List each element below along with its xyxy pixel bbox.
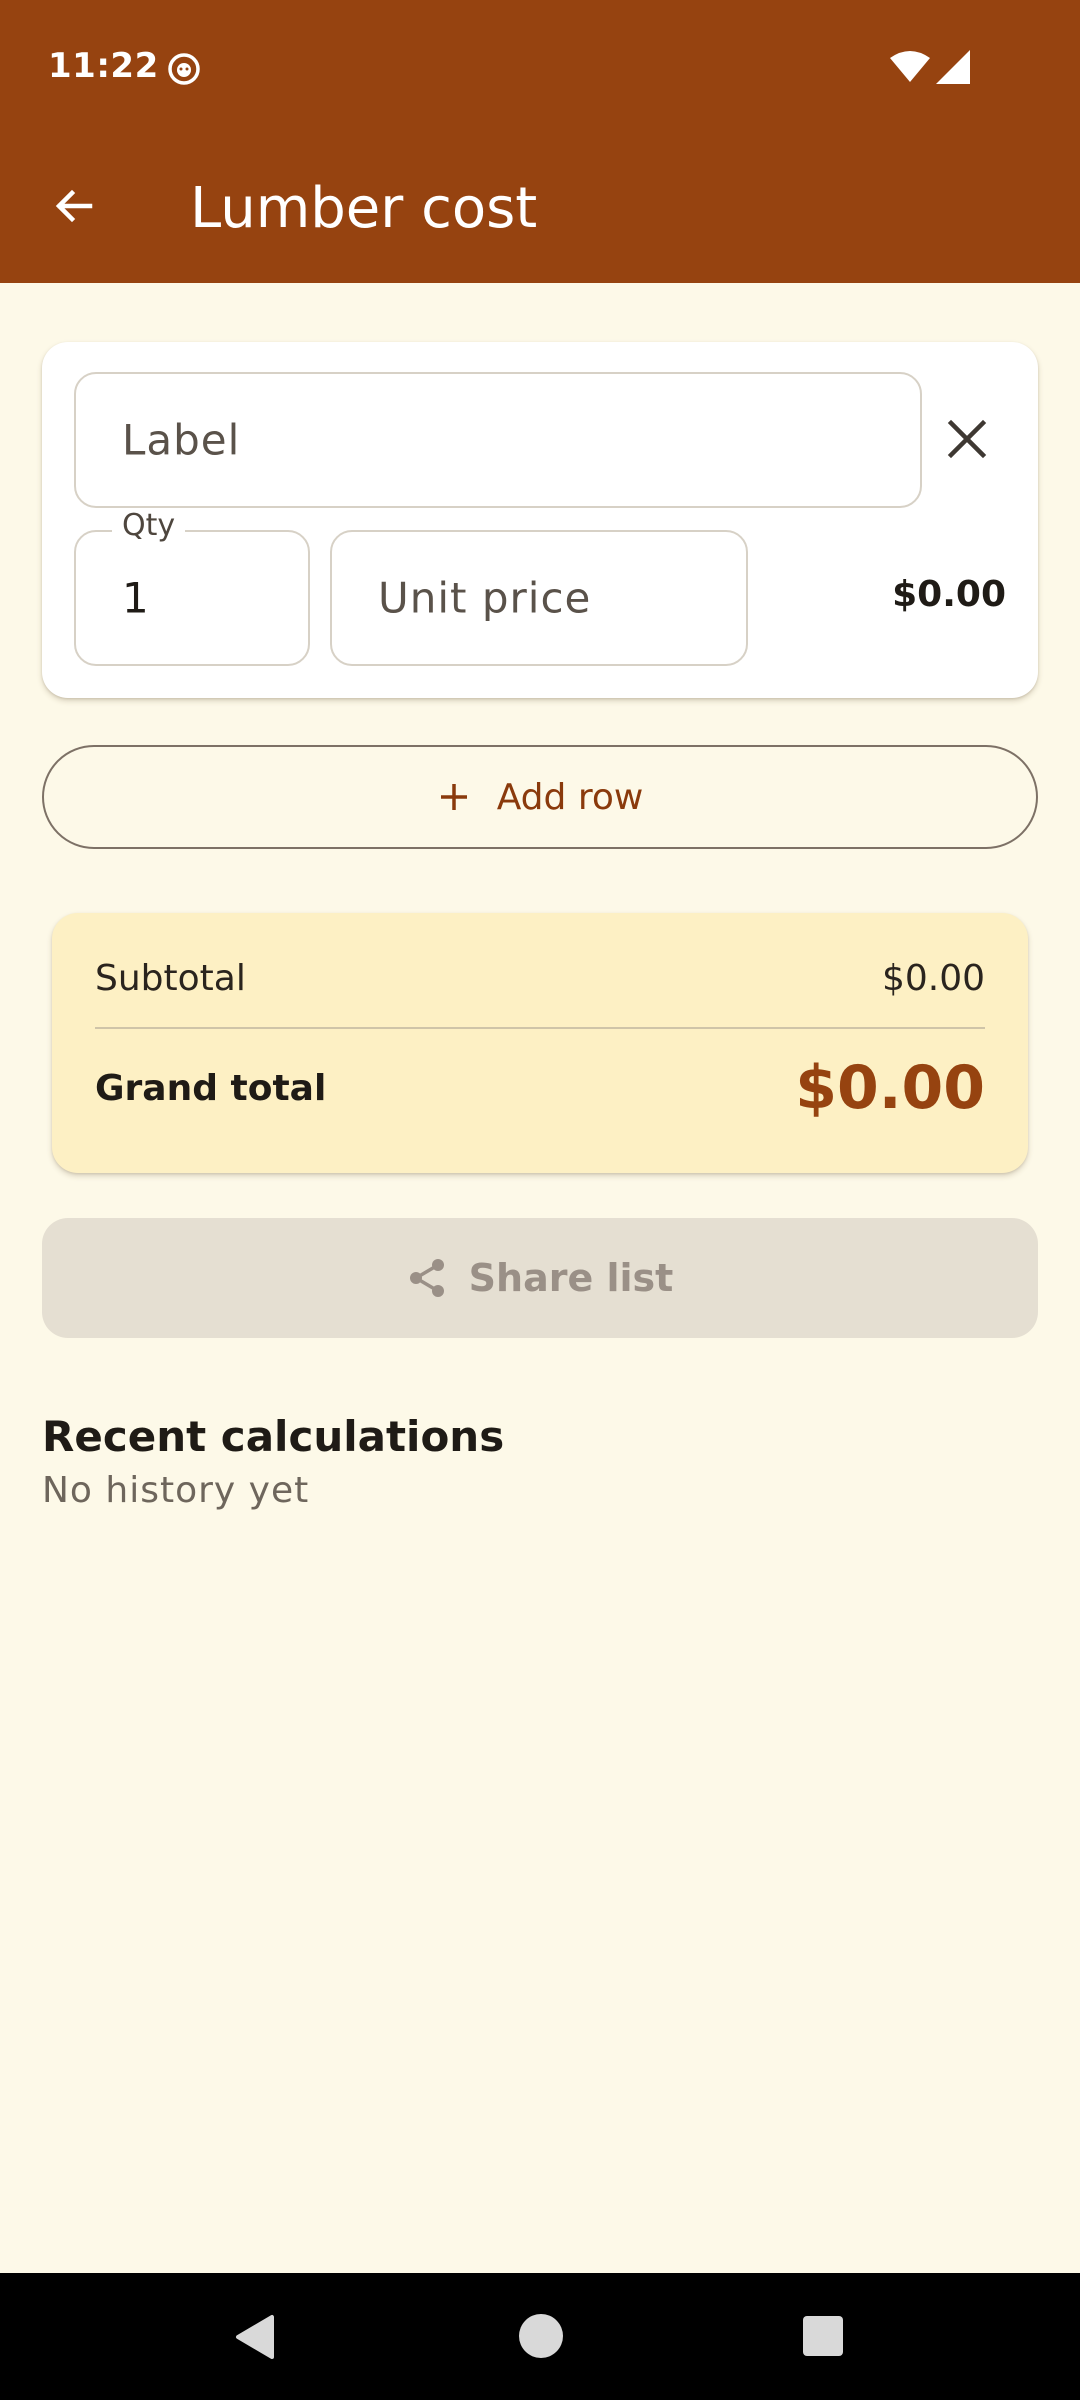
close-icon <box>947 419 987 459</box>
totals-card: Subtotal $0.00 Grand total $0.00 <box>52 913 1028 1173</box>
label-placeholder: Label <box>122 415 241 465</box>
plus-icon <box>440 784 467 810</box>
wifi-icon <box>890 50 930 84</box>
recent-calculations-heading: Recent calculations <box>42 1412 505 1461</box>
system-nav-bar <box>0 2273 1080 2400</box>
item-row-card: Label Qty 1 Unit price $0.00 <box>42 342 1038 698</box>
nav-back-button[interactable] <box>232 2313 280 2361</box>
nav-recents-button[interactable] <box>802 2315 844 2357</box>
grand-total-label: Grand total <box>95 1068 327 1109</box>
square-recents-icon <box>803 2316 843 2356</box>
qty-field[interactable]: Qty 1 <box>74 508 310 666</box>
back-button[interactable] <box>42 174 106 238</box>
qty-value: 1 <box>122 573 149 623</box>
status-bar: 11:22 <box>0 0 1080 136</box>
add-row-button[interactable]: Add row <box>42 745 1038 849</box>
page-title: Lumber cost <box>190 176 538 241</box>
signal-icon <box>936 50 970 84</box>
circle-home-icon <box>519 2314 563 2358</box>
totals-divider <box>95 1027 985 1029</box>
subtotal-label: Subtotal <box>95 958 246 999</box>
cat-face-icon <box>166 50 202 86</box>
triangle-back-icon <box>236 2315 274 2359</box>
add-row-label: Add row <box>496 776 644 818</box>
row-total: $0.00 <box>892 574 1006 615</box>
qty-label: Qty <box>112 508 186 543</box>
unit-price-placeholder: Unit price <box>378 573 592 623</box>
status-time: 11:22 <box>48 46 159 86</box>
unit-price-field[interactable]: Unit price <box>330 530 748 666</box>
share-icon <box>409 1259 444 1297</box>
remove-row-button[interactable] <box>912 384 1022 494</box>
subtotal-value: $0.00 <box>881 958 985 999</box>
history-empty-text: No history yet <box>42 1470 310 1511</box>
nav-home-button[interactable] <box>518 2313 564 2359</box>
share-list-button[interactable]: Share list <box>42 1218 1038 1338</box>
label-field[interactable]: Label <box>74 372 922 508</box>
top-app-bar: Lumber cost <box>0 136 1080 283</box>
arrow-back-icon <box>55 189 93 223</box>
grand-total-value: $0.00 <box>795 1053 985 1123</box>
share-list-label: Share list <box>468 1256 674 1300</box>
